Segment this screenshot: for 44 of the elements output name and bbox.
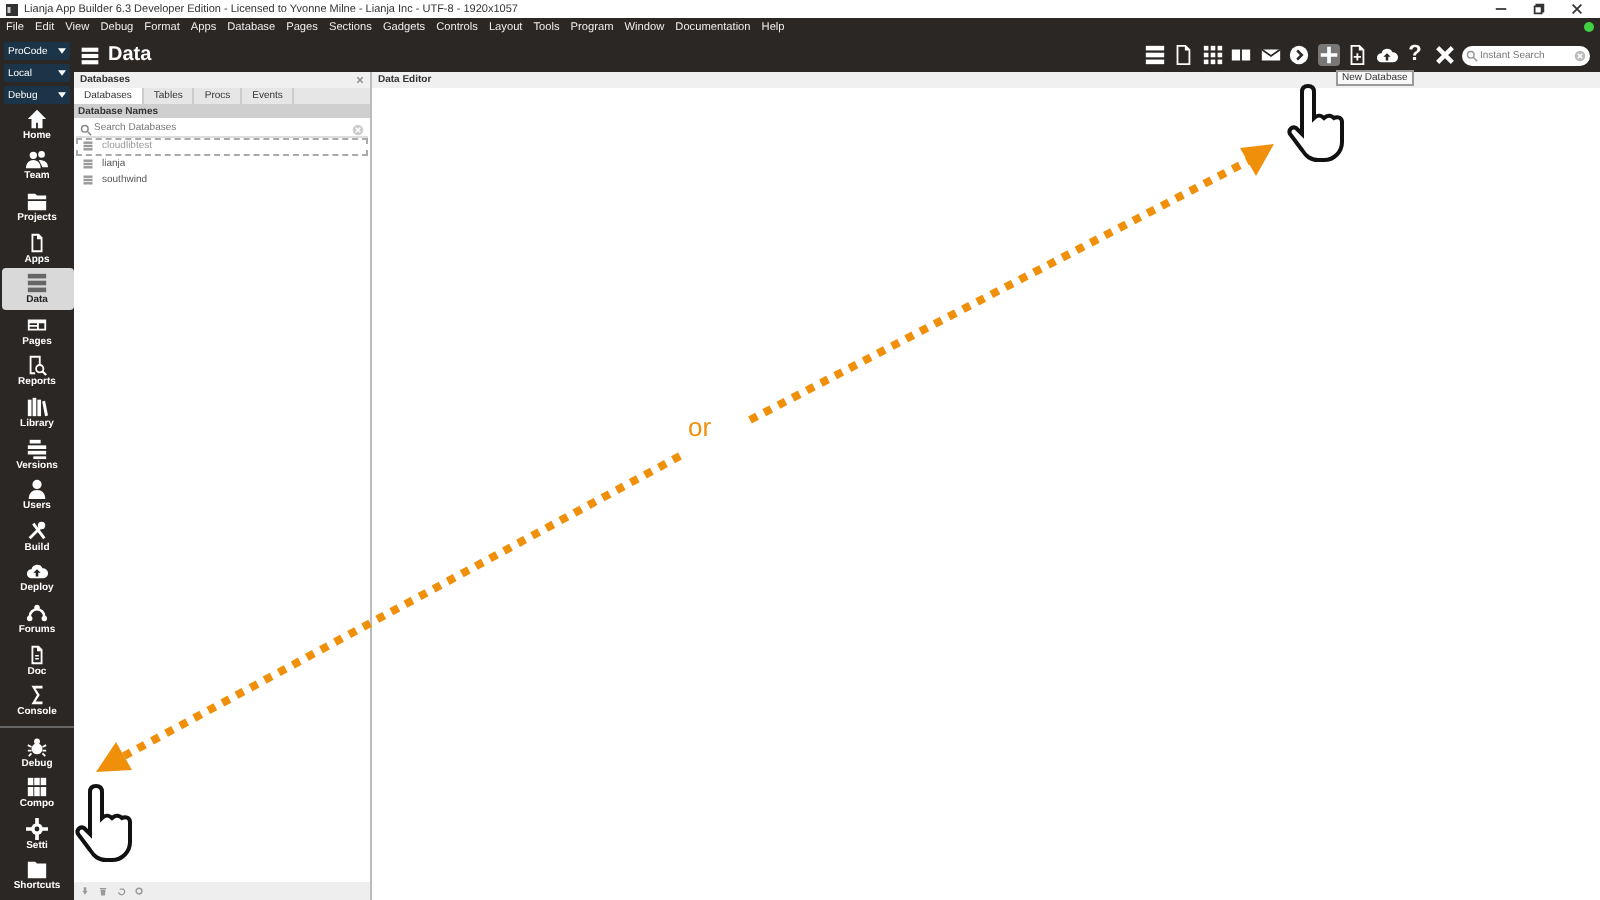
people-arch-icon bbox=[26, 601, 48, 624]
chevron-circle-icon[interactable] bbox=[1288, 44, 1310, 66]
document-icon bbox=[26, 231, 48, 254]
restore-icon[interactable] bbox=[1532, 2, 1546, 16]
document-plus-icon[interactable] bbox=[1346, 44, 1368, 66]
columns-icon[interactable] bbox=[1230, 44, 1252, 66]
document-icon[interactable] bbox=[1172, 44, 1194, 66]
house-icon bbox=[26, 107, 48, 130]
plus-icon[interactable] bbox=[1317, 44, 1339, 66]
cloud-upload-icon[interactable] bbox=[1375, 44, 1397, 66]
search-icon bbox=[80, 124, 92, 136]
annotation-text: or bbox=[688, 412, 712, 442]
minimize-icon[interactable] bbox=[1494, 2, 1508, 16]
list-icon bbox=[82, 157, 94, 170]
page-title: Data bbox=[108, 44, 152, 66]
folder-icon bbox=[26, 189, 48, 212]
sigma-icon bbox=[26, 684, 48, 707]
app-logo-icon bbox=[6, 3, 18, 15]
list-icon[interactable] bbox=[1143, 44, 1165, 66]
folder-icon bbox=[26, 858, 48, 881]
caret-icon bbox=[58, 48, 66, 54]
layers-icon bbox=[26, 437, 48, 460]
list-icon bbox=[82, 174, 94, 187]
caret-icon bbox=[58, 70, 66, 76]
status-dot bbox=[1584, 22, 1594, 32]
hand-cursor-drawing bbox=[1287, 84, 1344, 162]
list-icon bbox=[82, 140, 94, 153]
grid-icon[interactable] bbox=[1201, 44, 1223, 66]
grid-icon bbox=[26, 776, 48, 799]
close-icon[interactable] bbox=[1570, 2, 1584, 16]
envelope-icon[interactable] bbox=[1259, 44, 1281, 66]
help-button[interactable]: ? bbox=[1404, 44, 1426, 66]
document-icon bbox=[26, 643, 48, 666]
person-icon bbox=[26, 478, 48, 501]
books-icon bbox=[26, 395, 48, 418]
people-icon bbox=[26, 148, 48, 171]
bug-icon bbox=[26, 735, 48, 758]
wrench-icon bbox=[26, 519, 48, 542]
caret-icon bbox=[58, 92, 66, 98]
cloud-upload-icon bbox=[26, 560, 48, 583]
list-icon bbox=[80, 45, 100, 65]
stack-icon bbox=[26, 272, 48, 295]
document-magnifier-icon bbox=[26, 354, 48, 377]
search-icon bbox=[1466, 49, 1478, 61]
